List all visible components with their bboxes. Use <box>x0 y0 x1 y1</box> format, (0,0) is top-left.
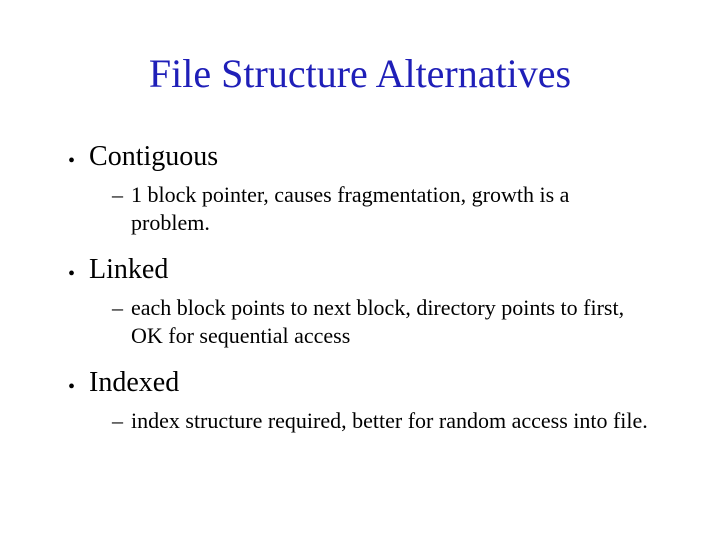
bullet-icon: • <box>68 377 75 397</box>
sub-list: – each block points to next block, direc… <box>68 294 660 349</box>
bullet-row: • Linked <box>68 254 660 286</box>
sub-text: index structure required, better for ran… <box>131 407 648 435</box>
sub-text: each block points to next block, directo… <box>131 294 651 349</box>
list-item: • Linked – each block points to next blo… <box>68 254 660 349</box>
bullet-icon: • <box>68 151 75 171</box>
bullet-label: Linked <box>89 254 168 286</box>
slide-title: File Structure Alternatives <box>60 50 660 97</box>
bullet-list: • Contiguous – 1 block pointer, causes f… <box>60 141 660 435</box>
sub-item: – index structure required, better for r… <box>112 407 660 435</box>
sub-item: – 1 block pointer, causes fragmentation,… <box>112 181 660 236</box>
sub-list: – index structure required, better for r… <box>68 407 660 435</box>
dash-icon: – <box>112 294 123 322</box>
bullet-row: • Contiguous <box>68 141 660 173</box>
sub-item: – each block points to next block, direc… <box>112 294 660 349</box>
bullet-icon: • <box>68 264 75 284</box>
bullet-row: • Indexed <box>68 367 660 399</box>
dash-icon: – <box>112 181 123 209</box>
sub-list: – 1 block pointer, causes fragmentation,… <box>68 181 660 236</box>
list-item: • Indexed – index structure required, be… <box>68 367 660 435</box>
bullet-label: Indexed <box>89 367 179 399</box>
dash-icon: – <box>112 407 123 435</box>
sub-text: 1 block pointer, causes fragmentation, g… <box>131 181 651 236</box>
list-item: • Contiguous – 1 block pointer, causes f… <box>68 141 660 236</box>
bullet-label: Contiguous <box>89 141 218 173</box>
